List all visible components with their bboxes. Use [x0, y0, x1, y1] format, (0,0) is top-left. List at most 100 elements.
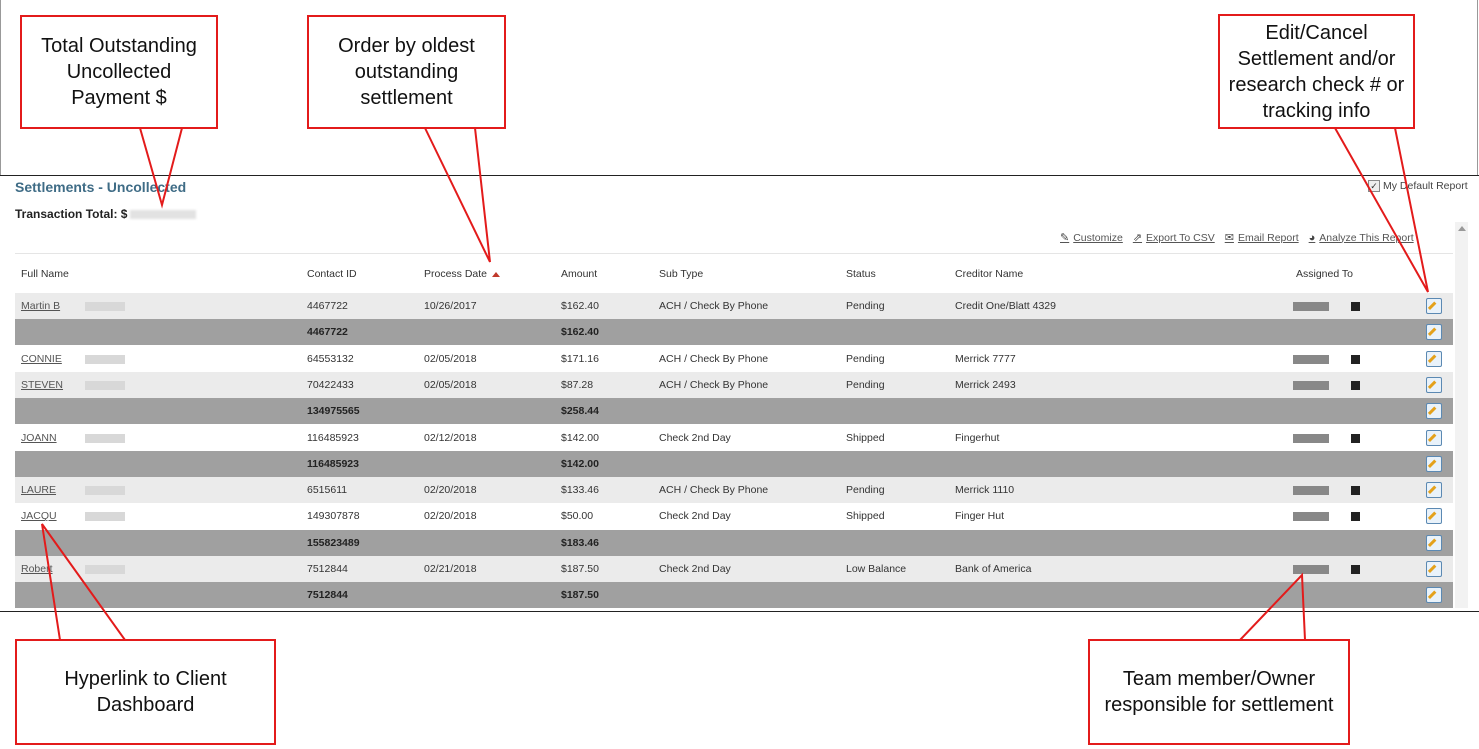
analyze-report-link[interactable]: ◕ Analyze This Report — [1309, 231, 1414, 244]
pie-chart-icon: ◕ — [1308, 231, 1316, 244]
col-contact-id[interactable]: Contact ID — [307, 268, 357, 280]
sub-type: Check 2nd Day — [659, 563, 731, 575]
redacted-name — [85, 565, 125, 574]
status: Pending — [846, 484, 885, 497]
subtotal-row: 116485923 $142.00 — [15, 450, 1453, 477]
contact-id: 149307878 — [307, 510, 360, 523]
edit-settlement-icon[interactable] — [1426, 298, 1442, 314]
edit-settlement-icon[interactable] — [1426, 587, 1442, 604]
sort-ascending-icon — [492, 271, 501, 277]
client-name-link[interactable]: Robert — [21, 563, 53, 575]
scrollbar[interactable] — [1455, 222, 1468, 608]
creditor-name: Merrick 2493 — [955, 378, 1016, 391]
table-row: Martin B 4467722 10/26/2017 $162.40 ACH / Ch… — [15, 293, 1453, 319]
bottom-divider — [0, 611, 1479, 612]
scroll-up-icon[interactable] — [1458, 226, 1466, 231]
client-name-link[interactable]: JACQU — [21, 510, 57, 522]
subtotal-row: 155823489 $183.46 — [15, 529, 1453, 556]
redacted-assignee — [1293, 565, 1329, 574]
status: Low Balance — [846, 563, 907, 575]
client-name-link[interactable]: CONNIE — [21, 353, 62, 365]
table-header: Full Name Contact ID Process Date Amount… — [15, 253, 1453, 295]
edit-settlement-icon[interactable] — [1426, 508, 1442, 525]
col-creditor-name[interactable]: Creditor Name — [955, 268, 1023, 280]
edit-settlement-icon[interactable] — [1426, 376, 1442, 393]
subtotal-row: 4467722 $162.40 — [15, 319, 1453, 346]
creditor-name: Bank of America — [955, 563, 1032, 575]
col-process-date[interactable]: Process Date — [424, 268, 501, 280]
subtotal-amount: $162.40 — [561, 326, 599, 339]
redacted-assignee — [1293, 380, 1329, 390]
edit-settlement-icon[interactable] — [1426, 482, 1442, 499]
default-report-toggle[interactable]: ✓ My Default Report — [1368, 180, 1468, 192]
col-status[interactable]: Status — [846, 268, 876, 280]
contact-id: 70422433 — [307, 378, 354, 391]
col-assigned-to[interactable]: Assigned To — [1296, 268, 1353, 280]
contact-id: 6515611 — [307, 484, 348, 497]
sub-type: ACH / Check By Phone — [659, 484, 769, 497]
redacted-assignee — [1293, 486, 1329, 496]
email-report-link[interactable]: ✉ Email Report — [1224, 231, 1299, 245]
analyze-label: Analyze This Report — [1319, 231, 1414, 244]
client-name-link[interactable]: JOANN — [21, 432, 57, 444]
edit-settlement-icon[interactable] — [1426, 429, 1442, 446]
edit-settlement-icon[interactable] — [1426, 324, 1442, 341]
customize-link[interactable]: ✎ Customize — [1060, 231, 1123, 245]
redacted-name — [85, 512, 125, 522]
customize-icon: ✎ — [1060, 232, 1070, 244]
redacted-assignee — [1293, 354, 1329, 364]
amount: $142.00 — [561, 431, 599, 444]
subtotal-amount: $187.50 — [561, 589, 599, 602]
transaction-total: Transaction Total: $ — [15, 207, 197, 221]
checkbox-checked-icon[interactable]: ✓ — [1368, 180, 1380, 192]
sub-type: Check 2nd Day — [659, 510, 731, 523]
amount: $133.46 — [561, 484, 599, 497]
edit-settlement-icon[interactable] — [1426, 350, 1442, 367]
export-icon: ⇗ — [1132, 232, 1143, 244]
amount: $162.40 — [561, 300, 599, 312]
subtotal-row: 7512844 $187.50 — [15, 582, 1453, 609]
client-name-link[interactable]: STEVEN — [21, 379, 63, 391]
creditor-name: Fingerhut — [955, 431, 1000, 444]
redacted-name — [85, 380, 125, 390]
default-report-label: My Default Report — [1383, 180, 1468, 192]
amount: $87.28 — [561, 378, 594, 391]
subtotal-contact-id: 155823489 — [307, 536, 360, 549]
edit-settlement-icon[interactable] — [1426, 403, 1442, 420]
subtotal-contact-id: 116485923 — [307, 457, 359, 470]
subtotal-contact-id: 7512844 — [307, 589, 348, 602]
callout-order-by: Order by oldest outstanding settlement — [307, 15, 506, 129]
col-full-name[interactable]: Full Name — [21, 268, 69, 280]
edit-settlement-icon[interactable] — [1426, 455, 1442, 472]
redacted-assignee-mark — [1351, 512, 1360, 522]
redacted-assignee-mark — [1351, 302, 1360, 311]
creditor-name: Credit One/Blatt 4329 — [955, 300, 1056, 312]
subtotal-amount: $258.44 — [561, 405, 599, 418]
left-edge — [0, 0, 1, 175]
redacted-total — [130, 210, 197, 220]
email-icon: ✉ — [1224, 232, 1234, 244]
sub-type: ACH / Check By Phone — [659, 352, 769, 365]
client-name-link[interactable]: LAURE — [21, 484, 56, 496]
col-sub-type[interactable]: Sub Type — [659, 268, 703, 280]
edit-settlement-icon[interactable] — [1426, 534, 1442, 551]
table-row: JACQU 149307878 02/20/2018 $50.00 Check 2nd … — [15, 503, 1453, 530]
leader-order — [424, 127, 491, 263]
subtotal-row: 134975565 $258.44 — [15, 398, 1453, 425]
redacted-name — [85, 486, 125, 496]
process-date: 02/12/2018 — [424, 431, 477, 444]
process-date: 02/20/2018 — [424, 510, 477, 523]
redacted-name — [85, 354, 125, 364]
col-amount[interactable]: Amount — [561, 268, 597, 280]
transaction-total-label: Transaction Total: $ — [15, 207, 128, 221]
sub-type: ACH / Check By Phone — [659, 378, 769, 391]
callout-edit-cancel: Edit/Cancel Settlement and/or research c… — [1218, 14, 1415, 129]
subtotal-contact-id: 134975565 — [307, 405, 360, 418]
client-name-link[interactable]: Martin B — [21, 300, 60, 312]
subtotal-amount: $183.46 — [561, 536, 599, 549]
report-actions: ✎ Customize ⇗ Export To CSV ✉ Email Report … — [1060, 231, 1414, 245]
table-row: STEVEN 70422433 02/05/2018 $87.28 ACH / Chec… — [15, 371, 1453, 398]
export-csv-link[interactable]: ⇗ Export To CSV — [1132, 231, 1215, 245]
edit-settlement-icon[interactable] — [1426, 561, 1442, 577]
creditor-name: Merrick 1110 — [955, 484, 1015, 497]
